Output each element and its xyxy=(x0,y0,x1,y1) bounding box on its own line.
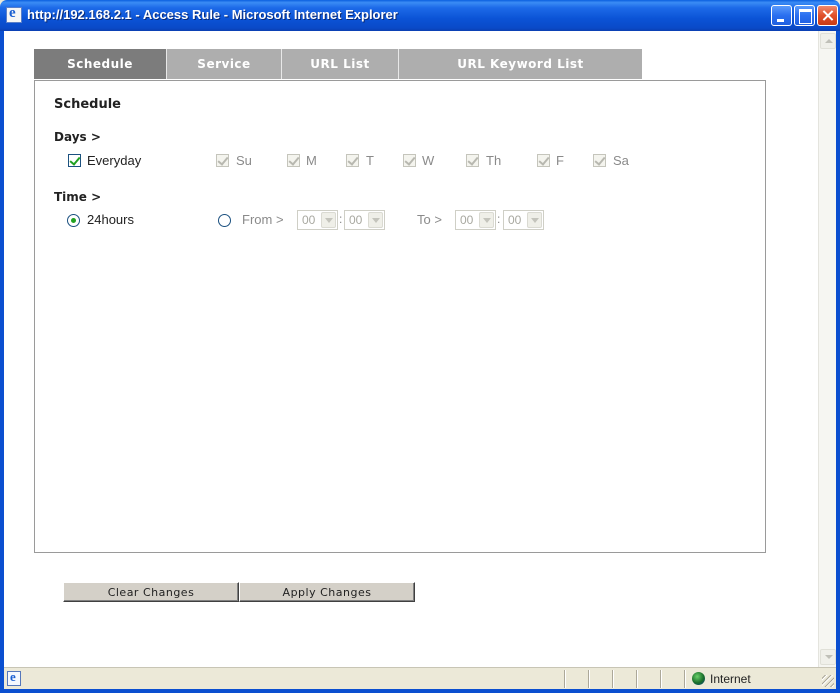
day-checkbox-f[interactable] xyxy=(537,154,550,167)
from-minute-select[interactable]: 00 xyxy=(344,210,385,230)
select-value: 00 xyxy=(508,213,522,227)
status-divider xyxy=(660,670,662,688)
page-icon xyxy=(7,669,21,686)
radio-from[interactable] xyxy=(218,214,231,227)
day-label-t: T xyxy=(366,153,374,168)
security-zone-label: Internet xyxy=(710,672,751,686)
tab-label: URL Keyword List xyxy=(457,57,584,71)
title-bar: http://192.168.2.1 - Access Rule - Micro… xyxy=(0,0,840,31)
select-value: 00 xyxy=(349,213,363,227)
maximize-button[interactable] xyxy=(794,5,815,26)
day-label-sa: Sa xyxy=(613,153,629,168)
minimize-button[interactable] xyxy=(771,5,792,26)
scroll-down-icon[interactable] xyxy=(820,649,836,665)
tab-url-list[interactable]: URL List xyxy=(282,49,399,79)
tab-label: Service xyxy=(197,57,251,71)
resize-grip-icon[interactable] xyxy=(822,675,834,687)
select-value: 00 xyxy=(460,213,474,227)
chevron-down-icon xyxy=(479,212,494,228)
globe-icon xyxy=(692,672,705,685)
time-colon: : xyxy=(497,212,501,226)
status-divider xyxy=(564,670,566,688)
chevron-down-icon xyxy=(527,212,542,228)
day-label-m: M xyxy=(306,153,317,168)
everyday-checkbox[interactable] xyxy=(68,154,81,167)
clear-changes-button[interactable]: Clear Changes xyxy=(63,582,239,602)
window-frame-right xyxy=(836,31,840,693)
page-content: Schedule Service URL List URL Keyword Li… xyxy=(4,31,818,667)
tab-url-keyword-list[interactable]: URL Keyword List xyxy=(399,49,642,79)
tab-label: URL List xyxy=(310,57,370,71)
day-checkbox-m[interactable] xyxy=(287,154,300,167)
ie-icon xyxy=(6,5,22,23)
day-checkbox-w[interactable] xyxy=(403,154,416,167)
tab-schedule[interactable]: Schedule xyxy=(34,49,167,79)
hours24-label: 24hours xyxy=(87,212,134,227)
window-frame-bottom xyxy=(0,689,840,693)
day-label-w: W xyxy=(422,153,435,168)
day-checkbox-th[interactable] xyxy=(466,154,479,167)
day-checkbox-t[interactable] xyxy=(346,154,359,167)
chevron-down-icon xyxy=(321,212,336,228)
tab-label: Schedule xyxy=(67,57,133,71)
scroll-up-icon[interactable] xyxy=(820,33,836,49)
to-label: To > xyxy=(417,212,442,227)
time-colon: : xyxy=(339,212,343,226)
status-bar: Internet xyxy=(4,667,836,689)
window-title: http://192.168.2.1 - Access Rule - Micro… xyxy=(27,7,398,22)
status-divider xyxy=(612,670,614,688)
apply-changes-button[interactable]: Apply Changes xyxy=(239,582,415,602)
select-value: 00 xyxy=(302,213,316,227)
time-label: Time > xyxy=(54,190,102,204)
everyday-label: Everyday xyxy=(87,153,142,168)
tab-bar: Schedule Service URL List URL Keyword Li… xyxy=(34,49,642,79)
to-hour-select[interactable]: 00 xyxy=(455,210,496,230)
chevron-down-icon xyxy=(368,212,383,228)
status-divider xyxy=(684,670,686,688)
day-label-f: F xyxy=(556,153,564,168)
day-checkbox-su[interactable] xyxy=(216,154,229,167)
day-checkbox-sa[interactable] xyxy=(593,154,606,167)
radio-24hours[interactable] xyxy=(67,214,80,227)
vertical-scrollbar[interactable] xyxy=(818,31,836,667)
from-label: From > xyxy=(242,212,284,227)
panel-title: Schedule xyxy=(54,97,121,112)
to-minute-select[interactable]: 00 xyxy=(503,210,544,230)
from-hour-select[interactable]: 00 xyxy=(297,210,338,230)
close-button[interactable] xyxy=(817,5,838,26)
tab-service[interactable]: Service xyxy=(167,49,282,79)
day-label-th: Th xyxy=(486,153,502,168)
day-label-su: Su xyxy=(236,153,252,168)
status-divider xyxy=(636,670,638,688)
schedule-panel: Schedule Days > Everyday Su M T W Th F S… xyxy=(34,80,766,553)
status-divider xyxy=(588,670,590,688)
days-label: Days > xyxy=(54,130,101,144)
